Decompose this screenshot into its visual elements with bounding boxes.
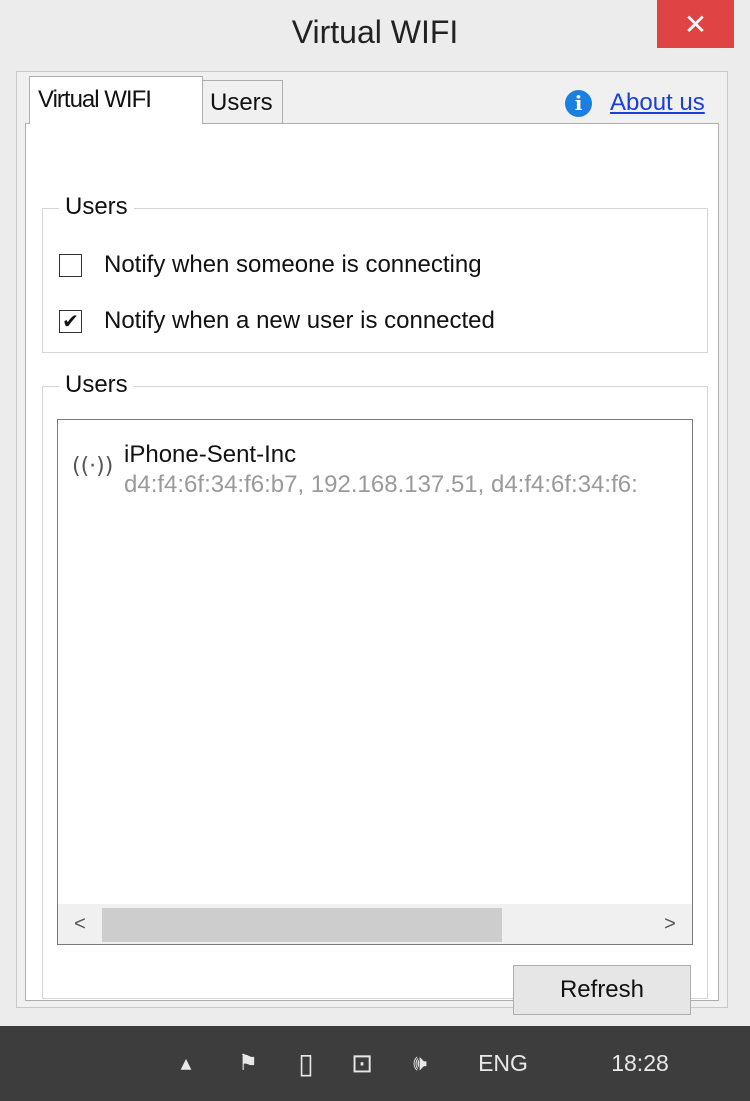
scrollbar-thumb[interactable] [102, 908, 502, 942]
close-button[interactable]: ✕ [657, 0, 734, 48]
group-legend: Users [59, 193, 134, 221]
wifi-signal-icon: ((·)) [72, 454, 114, 479]
language-indicator[interactable]: ENG [470, 1026, 536, 1101]
tab-users[interactable]: Users [201, 80, 283, 124]
battery-icon[interactable]: ▯ [288, 1026, 324, 1101]
tab-page-virtual-wifi: Users Notify when someone is connecting … [25, 123, 719, 1015]
refresh-button[interactable]: Refresh [513, 965, 691, 1015]
about-us-link[interactable]: About us [610, 89, 705, 117]
notify-new-user-checkbox[interactable]: ✔ [59, 309, 82, 333]
about-us-link-container[interactable]: i About us [565, 89, 705, 117]
tab-virtual-wifi[interactable]: Virtual WIFI [29, 76, 203, 124]
scroll-right-arrow-icon[interactable]: > [648, 904, 692, 944]
volume-icon[interactable]: 🕪 [400, 1026, 440, 1101]
user-text: iPhone-Sent-Inc d4:f4:6f:34:f6:b7, 192.1… [124, 440, 638, 500]
notify-connecting-option[interactable]: Notify when someone is connecting [59, 251, 482, 279]
user-name: iPhone-Sent-Inc [124, 441, 297, 468]
show-hidden-icons-icon[interactable]: ▲ [174, 1026, 198, 1101]
group-legend: Users [59, 371, 134, 399]
flag-icon[interactable]: ⚑ [230, 1026, 266, 1101]
scroll-left-arrow-icon[interactable]: < [58, 904, 102, 944]
taskbar: ▲ ⚑ ▯ ⊡ 🕪 ENG 18:28 [0, 1026, 750, 1101]
window-client-area: Virtual WIFI Users i About us Users Noti… [16, 71, 728, 1015]
network-icon[interactable]: ⊡ [342, 1026, 382, 1101]
user-details: d4:f4:6f:34:f6:b7, 192.168.137.51, d4:f4… [124, 471, 638, 498]
notification-settings-group: Users Notify when someone is connecting … [42, 193, 708, 353]
users-list[interactable]: ((·)) iPhone-Sent-Inc d4:f4:6f:34:f6:b7,… [57, 419, 693, 945]
window-title: Virtual WIFI [291, 14, 459, 50]
list-item[interactable]: ((·)) iPhone-Sent-Inc d4:f4:6f:34:f6:b7,… [72, 440, 638, 500]
notify-new-user-option[interactable]: ✔ Notify when a new user is connected [59, 307, 495, 335]
app-window: Virtual WIFI ✕ Virtual WIFI Users i Abou… [0, 0, 750, 1026]
checkbox-label[interactable]: Notify when someone is connecting [104, 251, 482, 279]
users-list-group: Users ((·)) iPhone-Sent-Inc d4:f4:6f:34:… [42, 371, 708, 1015]
horizontal-scrollbar[interactable]: < > [58, 904, 692, 944]
notify-connecting-checkbox[interactable] [59, 253, 82, 277]
info-icon: i [565, 89, 592, 117]
clock[interactable]: 18:28 [600, 1026, 680, 1101]
checkbox-label[interactable]: Notify when a new user is connected [104, 307, 495, 335]
